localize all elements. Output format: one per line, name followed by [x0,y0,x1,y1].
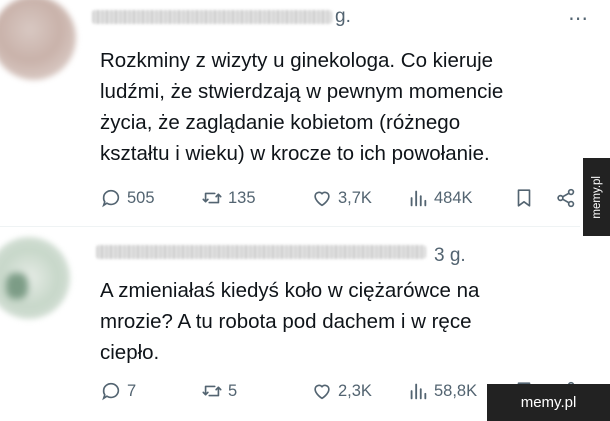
post-text: A zmieniałaś kiedyś koło w ciężarówce na… [100,279,480,364]
avatar[interactable] [0,237,70,319]
reply-button[interactable]: 505 [100,186,155,210]
more-dots-icon[interactable]: ⋯ [568,6,589,31]
reply-bubble-icon [102,382,120,401]
reply-bubble-icon [102,189,120,208]
share-button[interactable] [555,186,577,210]
bookmark-button[interactable] [513,186,535,210]
repost-count: 5 [228,381,238,400]
reply-count: 505 [127,188,155,207]
author-name-blurred [96,245,426,259]
views-bar-chart-icon [410,190,427,207]
like-count: 3,7K [338,188,372,207]
watermark-side: memy.pl [583,158,610,236]
avatar-detail [6,273,28,299]
like-button[interactable]: 2,3K [311,379,372,403]
avatar[interactable] [0,0,76,80]
watermark-corner: memy.pl [487,384,610,421]
post-text: Rozkminy z wizyty u ginekologa. Co kieru… [100,49,504,165]
repost-button[interactable]: 5 [201,379,237,403]
like-count: 2,3K [338,381,372,400]
views-button[interactable]: 484K [407,186,473,210]
repost-arrows-icon [202,385,222,397]
heart-icon [314,384,330,400]
reply-count: 7 [127,381,137,400]
post-time[interactable]: g. [335,6,351,28]
views-count: 484K [434,188,473,207]
views-button[interactable]: 58,8K [407,379,477,403]
bookmark-icon [517,189,531,207]
repost-count: 135 [228,188,256,207]
reply-button[interactable]: 7 [100,379,136,403]
repost-arrows-icon [202,192,222,204]
share-icon [557,188,575,208]
author-name-blurred [92,10,332,24]
heart-icon [314,191,330,207]
post-1[interactable]: g. ⋯ Rozkminy z wizyty u ginekologa. Co … [0,0,588,226]
views-count: 58,8K [434,381,478,400]
post-time[interactable]: 3 g. [434,245,466,267]
views-bar-chart-icon [410,383,427,400]
like-button[interactable]: 3,7K [311,186,372,210]
repost-button[interactable]: 135 [201,186,256,210]
watermark-side-text: memy.pl [590,175,603,219]
